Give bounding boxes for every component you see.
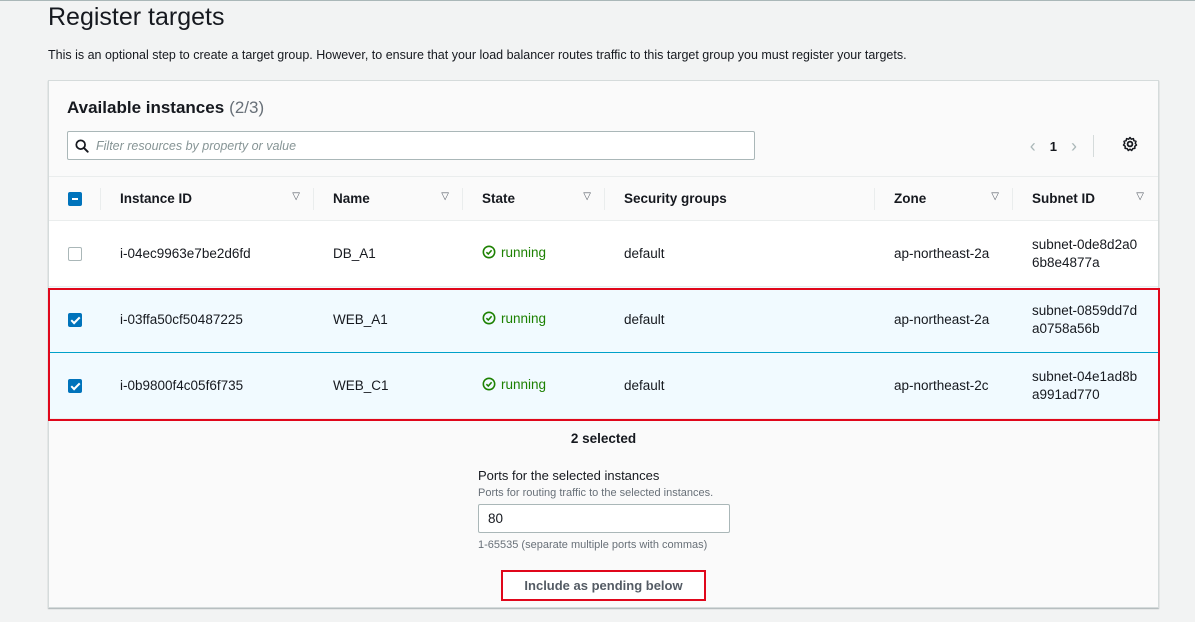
zone-cell: ap-northeast-2a <box>875 220 1013 287</box>
security-groups-cell: default <box>605 220 875 287</box>
table-row[interactable]: i-04ec9963e7be2d6fd DB_A1 running defaul… <box>49 220 1158 287</box>
filter-input[interactable] <box>96 138 736 153</box>
column-header-subnet-id[interactable]: Subnet ID ▽ <box>1013 176 1158 221</box>
ports-help-text: Ports for routing traffic to the selecte… <box>478 487 714 499</box>
available-instances-panel: Available instances(2/3) ‹ 1 › Instance … <box>48 80 1160 608</box>
check-circle-icon <box>482 311 496 325</box>
select-all-checkbox[interactable] <box>68 192 82 207</box>
row-checkbox[interactable] <box>68 379 82 394</box>
search-icon <box>68 138 96 153</box>
table-row[interactable]: i-0b9800f4c05f6f735 WEB_C1 running defau… <box>49 352 1158 419</box>
instance-id-cell: i-03ffa50cf50487225 <box>101 286 314 353</box>
page-title: Register targets <box>48 3 225 31</box>
column-header-security-groups[interactable]: Security groups <box>605 176 875 221</box>
select-all-header <box>49 176 101 221</box>
ports-label: Ports for the selected instances <box>478 468 660 483</box>
column-header-instance-id[interactable]: Instance ID ▽ <box>101 176 314 221</box>
gear-icon[interactable] <box>1122 136 1138 157</box>
check-circle-icon <box>482 245 496 259</box>
state-cell: running <box>463 352 605 419</box>
zone-cell: ap-northeast-2a <box>875 286 1013 353</box>
sort-icon[interactable]: ▽ <box>292 191 300 202</box>
instance-id-cell: i-04ec9963e7be2d6fd <box>101 220 314 287</box>
pagination: ‹ 1 › <box>1030 135 1094 157</box>
ports-constraint-text: 1-65535 (separate multiple ports with co… <box>478 539 708 551</box>
selection-count: (2/3) <box>229 98 265 117</box>
instance-id-cell: i-0b9800f4c05f6f735 <box>101 352 314 419</box>
current-page-number[interactable]: 1 <box>1050 139 1057 154</box>
name-cell: WEB_C1 <box>314 352 463 419</box>
state-cell: running <box>463 220 605 287</box>
sort-icon[interactable]: ▽ <box>1136 191 1144 202</box>
subnet-id-cell: subnet-04e1ad8ba991ad770 <box>1013 352 1158 419</box>
include-as-pending-button[interactable]: Include as pending below <box>501 570 706 601</box>
instances-table: Instance ID ▽ Name ▽ State ▽ Security gr… <box>49 176 1158 419</box>
filter-search-box[interactable] <box>67 131 755 160</box>
pager-divider <box>1093 135 1094 157</box>
panel-title: Available instances <box>67 98 225 117</box>
security-groups-cell: default <box>605 286 875 353</box>
ports-input[interactable] <box>478 504 730 533</box>
panel-header: Available instances (2/3) <box>67 98 264 118</box>
column-header-state[interactable]: State ▽ <box>463 176 605 221</box>
previous-page-icon[interactable]: ‹ <box>1030 136 1036 157</box>
next-page-icon[interactable]: › <box>1071 136 1077 157</box>
security-groups-cell: default <box>605 352 875 419</box>
table-row[interactable]: i-03ffa50cf50487225 WEB_A1 running defau… <box>49 286 1158 353</box>
check-circle-icon <box>482 377 496 391</box>
sort-icon[interactable]: ▽ <box>991 191 999 202</box>
table-header-row: Instance ID ▽ Name ▽ State ▽ Security gr… <box>49 176 1158 221</box>
column-header-zone[interactable]: Zone ▽ <box>875 176 1013 221</box>
zone-cell: ap-northeast-2c <box>875 352 1013 419</box>
name-cell: WEB_A1 <box>314 286 463 353</box>
row-checkbox[interactable] <box>68 247 82 262</box>
page-description: This is an optional step to create a tar… <box>48 48 907 62</box>
sort-icon[interactable]: ▽ <box>441 191 449 202</box>
subnet-id-cell: subnet-0de8d2a06b8e4877a <box>1013 220 1158 287</box>
state-cell: running <box>463 286 605 353</box>
row-checkbox[interactable] <box>68 313 82 328</box>
name-cell: DB_A1 <box>314 220 463 287</box>
sort-icon[interactable]: ▽ <box>583 191 591 202</box>
column-header-name[interactable]: Name ▽ <box>314 176 463 221</box>
subnet-id-cell: subnet-0859dd7da0758a56b <box>1013 286 1158 353</box>
selected-count: 2 selected <box>570 431 637 446</box>
